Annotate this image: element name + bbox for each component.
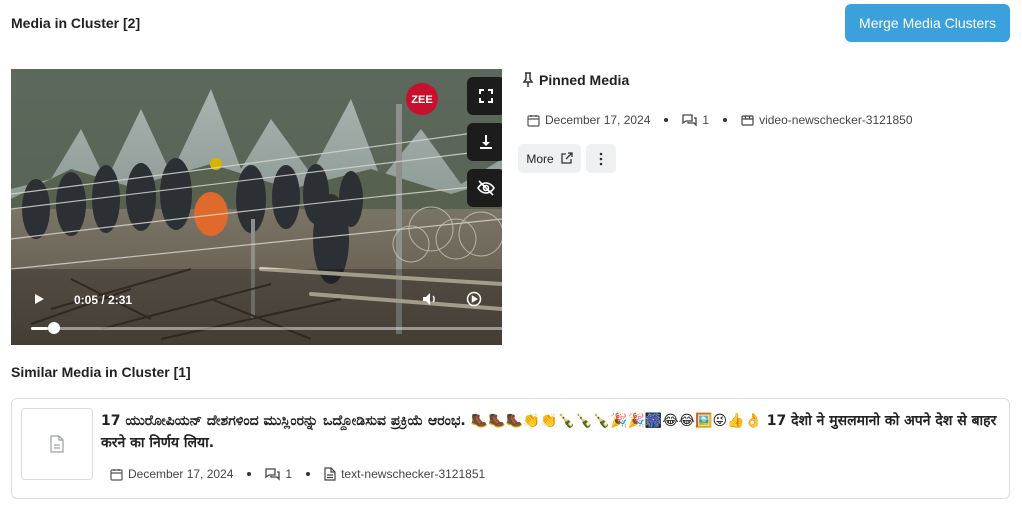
similar-media-card[interactable]: 17 ಯುರೋಪಿಯನ್ ದೇಶಗಳಿಂದ ಮುಸ್ಲಿಂರನ್ನು ಒದ್ದೋ… (11, 398, 1010, 499)
similar-media-text: 17 ಯುರೋಪಿಯನ್ ದೇಶಗಳಿಂದ ಮುಸ್ಲಿಂರನ್ನು ಒದ್ದೋ… (101, 413, 997, 451)
channel-logo: ZEE (405, 82, 455, 116)
playback-options-button[interactable] (465, 290, 483, 308)
fullscreen-icon (479, 89, 493, 103)
pinned-date: December 17, 2024 (545, 113, 651, 127)
channel-logo-text: ZEE (411, 94, 432, 106)
kebab-menu-icon (599, 152, 603, 165)
external-link-icon (561, 152, 573, 164)
separator-dot (306, 472, 311, 476)
more-button[interactable]: More (518, 144, 581, 173)
seek-handle[interactable] (47, 322, 60, 334)
video-clip-icon (741, 114, 754, 126)
comments-icon (265, 467, 281, 481)
separator-dot (723, 118, 728, 122)
fullscreen-button[interactable] (467, 77, 502, 115)
similar-media-id: text-newschecker-3121851 (341, 467, 486, 481)
more-button-label: More (526, 151, 554, 166)
similar-date: December 17, 2024 (128, 467, 234, 481)
more-options-button[interactable] (586, 144, 616, 173)
pinned-media-heading: Pinned Media (521, 72, 629, 88)
similar-media-heading: Similar Media in Cluster [1] (11, 364, 191, 380)
play-button[interactable] (31, 291, 47, 307)
video-player[interactable]: ZEE 0:05 / 2:31 (11, 69, 502, 345)
eye-off-icon (477, 180, 495, 196)
separator-dot (247, 472, 252, 476)
seek-bar[interactable] (31, 327, 502, 330)
comments-icon (682, 113, 698, 127)
pinned-comment-count: 1 (702, 113, 710, 127)
volume-button[interactable] (421, 290, 439, 308)
download-button[interactable] (467, 123, 502, 161)
download-icon (480, 135, 492, 149)
play-icon (35, 294, 44, 304)
volume-icon (423, 293, 435, 305)
calendar-icon (110, 468, 123, 481)
seek-progress (31, 327, 48, 330)
hide-media-button[interactable] (467, 169, 502, 207)
document-icon (50, 435, 64, 453)
similar-comment-count: 1 (285, 467, 293, 481)
page-title: Media in Cluster [2] (11, 15, 141, 31)
replay-circle-icon (466, 291, 482, 307)
video-time: 0:05 / 2:31 (74, 293, 133, 307)
separator-dot (664, 118, 669, 122)
similar-media-meta: December 17, 2024 1 text-newschecker-312… (110, 467, 485, 481)
pinned-media-id: video-newschecker-3121850 (759, 113, 913, 127)
media-thumbnail (21, 408, 93, 480)
calendar-icon (527, 114, 540, 127)
text-document-icon (324, 467, 336, 481)
pin-icon (522, 72, 534, 87)
merge-media-clusters-button[interactable]: Merge Media Clusters (845, 4, 1010, 42)
pinned-media-title: Pinned Media (539, 72, 630, 88)
pinned-media-meta: December 17, 2024 1 video-newschecker-31… (527, 113, 913, 127)
